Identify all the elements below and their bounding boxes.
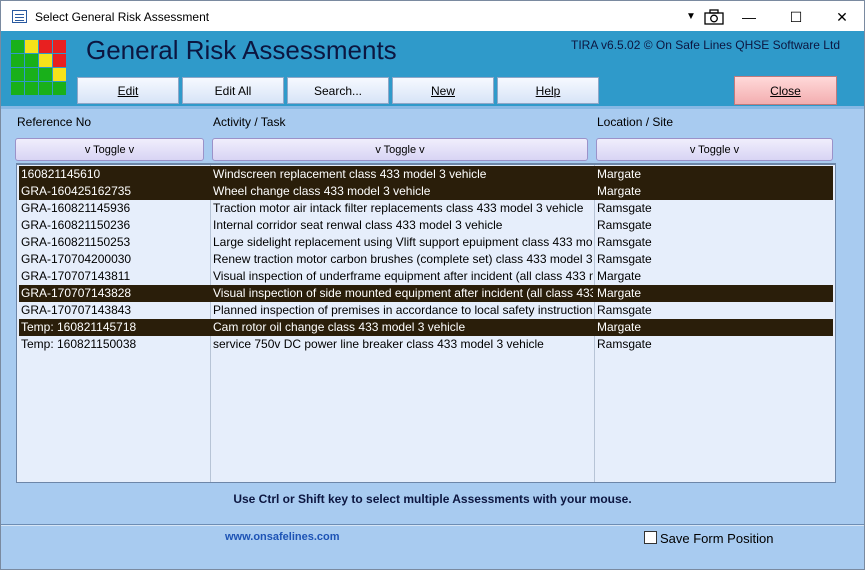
cell-location: Margate — [597, 320, 642, 334]
cell-activity: Large sidelight replacement using Vlift … — [213, 235, 593, 249]
minimize-button[interactable]: — — [729, 3, 769, 31]
edit-all-button-label: Edit All — [214, 84, 252, 98]
list-item[interactable]: GRA-160821145936 Traction motor air intac… — [19, 200, 833, 217]
close-button[interactable]: Close — [734, 76, 837, 105]
app-title: General Risk Assessments — [86, 35, 397, 65]
cell-activity: Visual inspection of side mounted equipm… — [213, 286, 593, 300]
cell-location: Ramsgate — [597, 252, 652, 266]
list-item[interactable]: GRA-160821150236 Internal corridor seat r… — [19, 217, 833, 234]
cell-reference: Temp: 160821150038 — [21, 337, 137, 351]
app-window-icon — [12, 10, 27, 23]
list-item[interactable]: GRA-160821150253 Large sidelight replacem… — [19, 234, 833, 251]
cell-activity: Traction motor air intack filter replace… — [213, 201, 584, 215]
risk-matrix-logo — [11, 40, 67, 96]
assessment-listbox[interactable]: 160821145610 Windscreen replacement class… — [16, 163, 836, 483]
cell-reference: GRA-160821150253 — [21, 235, 131, 249]
footer-divider-highlight — [1, 525, 864, 526]
cell-activity: Renew traction motor carbon brushes (com… — [213, 252, 593, 266]
edit-button[interactable]: Edit — [77, 77, 179, 104]
save-form-position-label[interactable]: Save Form Position — [660, 531, 773, 546]
list-item[interactable]: Temp: 160821145718 Cam rotor oil change c… — [19, 319, 833, 336]
cell-reference: GRA-170707143843 — [21, 303, 132, 317]
cell-location: Margate — [597, 167, 642, 181]
maximize-button[interactable]: ☐ — [776, 3, 816, 31]
cell-reference: GRA-170707143828 — [21, 286, 132, 300]
cell-location: Margate — [597, 184, 642, 198]
column-label-location: Location / Site — [597, 115, 674, 129]
cell-reference: GRA-160425162735 — [21, 184, 132, 198]
cell-reference: GRA-170704200030 — [21, 252, 132, 266]
window-title: Select General Risk Assessment — [35, 10, 210, 24]
edit-button-label: Edit — [117, 84, 139, 98]
website-link[interactable]: www.onsafelines.com — [225, 531, 340, 543]
list-item[interactable]: 160821145610 Windscreen replacement class… — [19, 166, 833, 183]
list-item[interactable]: GRA-170707143843 Planned inspection of pr… — [19, 302, 833, 319]
cell-activity: Wheel change class 433 model 3 vehicle — [213, 184, 431, 198]
cell-activity: Internal corridor seat renwal class 433 … — [213, 218, 503, 232]
help-button-label: Help — [535, 84, 561, 98]
cell-reference: 160821145610 — [21, 167, 101, 181]
cell-reference: GRA-160821150236 — [21, 218, 131, 232]
cell-location: Margate — [597, 269, 642, 283]
header-divider — [1, 106, 864, 109]
selection-hint: Use Ctrl or Shift key to select multiple… — [233, 492, 632, 506]
cell-location: Ramsgate — [597, 303, 652, 317]
edit-all-button[interactable]: Edit All — [182, 77, 284, 104]
save-form-position-checkbox[interactable] — [644, 531, 657, 544]
camera-icon[interactable] — [694, 3, 734, 31]
new-button[interactable]: New — [392, 77, 494, 104]
cell-reference: GRA-160821145936 — [21, 201, 131, 215]
new-button-label: New — [430, 84, 455, 98]
toggle-reference-button[interactable]: v Toggle v — [15, 138, 204, 161]
cell-activity: Visual inspection of underframe equipmen… — [213, 269, 593, 283]
cell-activity: Windscreen replacement class 433 model 3… — [213, 167, 487, 181]
cell-location: Ramsgate — [597, 218, 652, 232]
cell-location: Ramsgate — [597, 201, 652, 215]
toggle-activity-button[interactable]: v Toggle v — [212, 138, 588, 161]
client-area: General Risk Assessments TIRA v6.5.02 © … — [0, 31, 865, 570]
search-button-label: Search... — [313, 84, 363, 98]
cell-location: Ramsgate — [597, 337, 652, 351]
cell-reference: Temp: 160821145718 — [21, 320, 137, 334]
help-button[interactable]: Help — [497, 77, 599, 104]
cell-location: Ramsgate — [597, 235, 652, 249]
list-item[interactable]: GRA-170707143811 Visual inspection of und… — [19, 268, 833, 285]
cell-location: Margate — [597, 286, 642, 300]
toggle-location-button[interactable]: v Toggle v — [596, 138, 833, 161]
close-button-label: Close — [770, 84, 801, 98]
cell-reference: GRA-170707143811 — [21, 269, 131, 283]
cell-activity: service 750v DC power line breaker class… — [213, 337, 544, 351]
close-window-button[interactable]: ✕ — [822, 3, 862, 31]
cell-activity: Planned inspection of premises in accord… — [213, 303, 593, 317]
column-label-reference: Reference No — [17, 115, 92, 129]
list-item[interactable]: GRA-170707143828 Visual inspection of sid… — [19, 285, 833, 302]
list-item[interactable]: Temp: 160821150038 service 750v DC power … — [19, 336, 833, 353]
column-label-activity: Activity / Task — [213, 115, 286, 129]
list-item[interactable]: GRA-170704200030 Renew traction motor car… — [19, 251, 833, 268]
version-text: TIRA v6.5.02 © On Safe Lines QHSE Softwa… — [571, 38, 840, 52]
window-titlebar: Select General Risk Assessment ▼ — ☐ ✕ — [0, 0, 865, 31]
list-item[interactable]: GRA-160425162735 Wheel change class 433 m… — [19, 183, 833, 200]
search-button[interactable]: Search... — [287, 77, 389, 104]
header-band: General Risk Assessments TIRA v6.5.02 © … — [1, 31, 864, 106]
cell-activity: Cam rotor oil change class 433 model 3 v… — [213, 320, 466, 334]
